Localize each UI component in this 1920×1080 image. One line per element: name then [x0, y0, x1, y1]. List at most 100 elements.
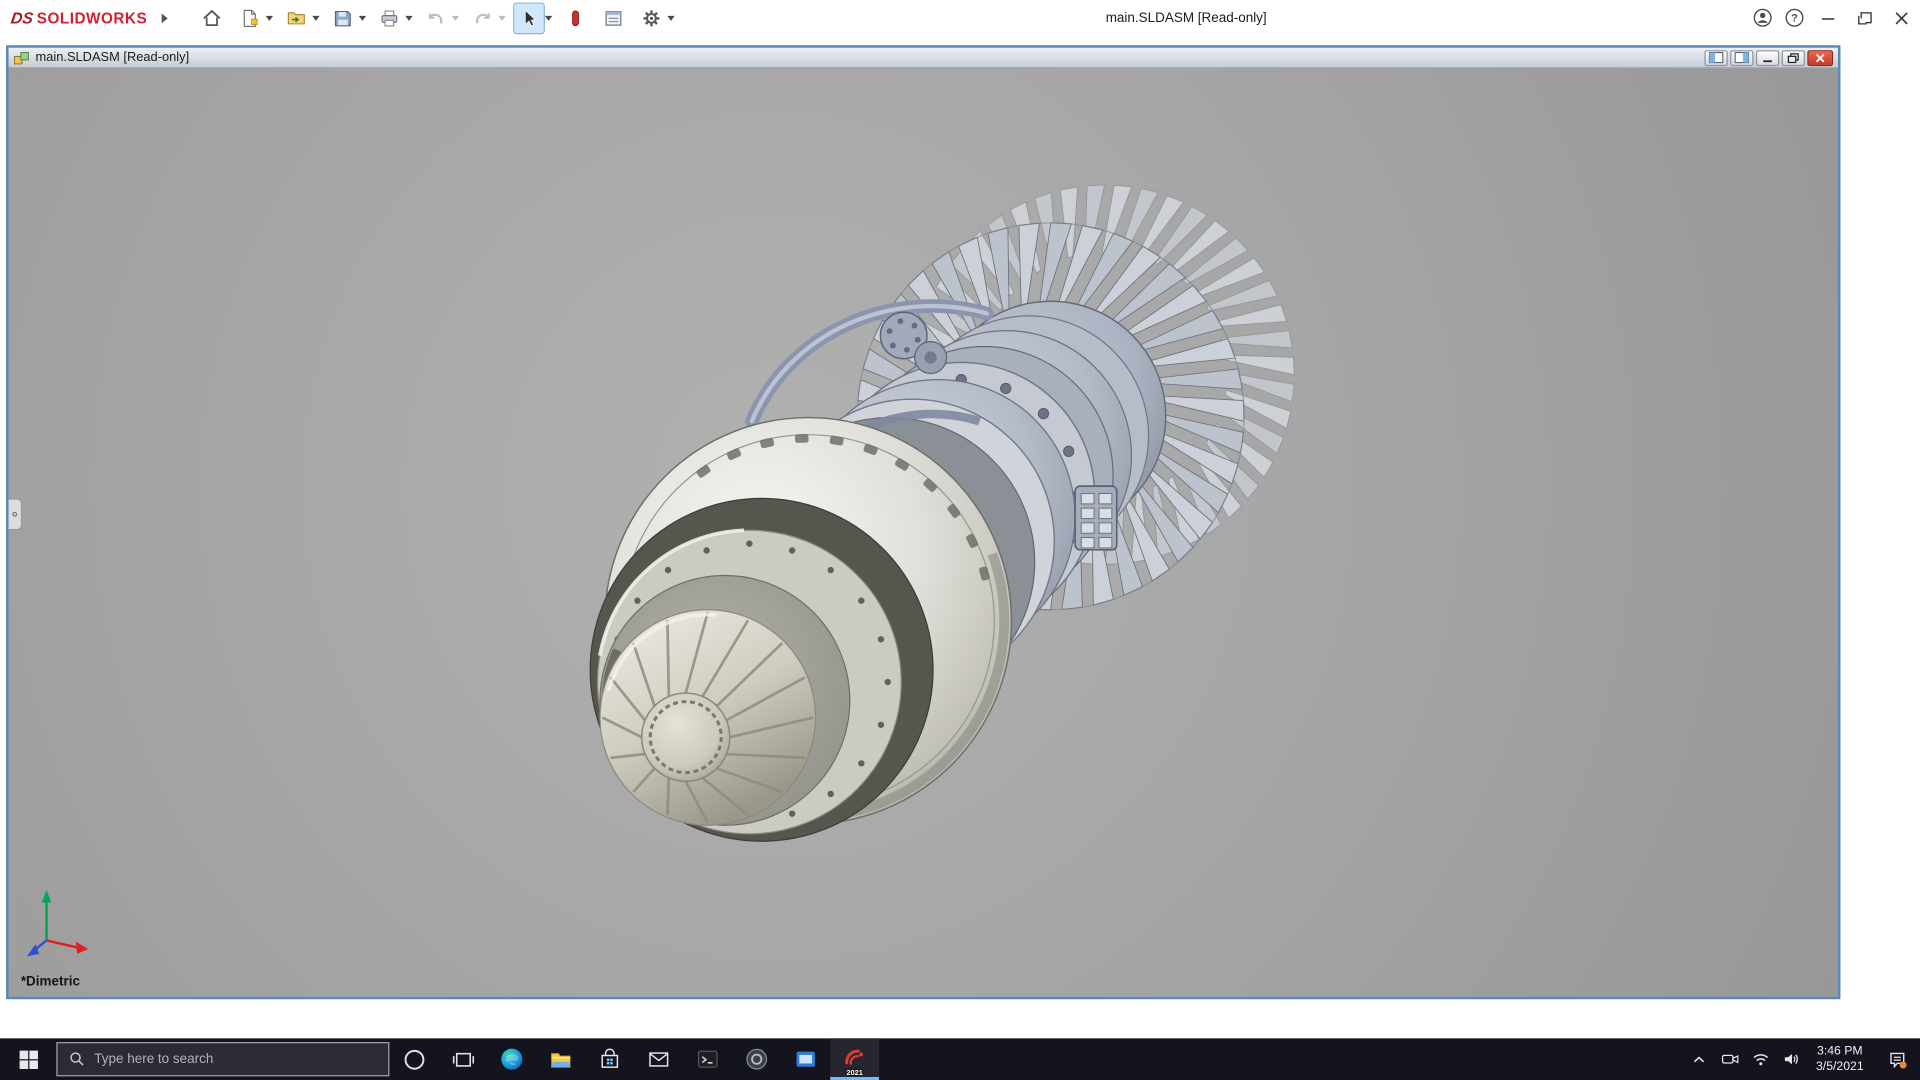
task-pane-icon — [603, 7, 625, 29]
gear-icon — [641, 7, 663, 29]
graphics-viewport[interactable]: *Dimetric — [9, 69, 1838, 997]
file-explorer-icon — [549, 1047, 573, 1071]
edge-browser-icon — [500, 1047, 524, 1071]
home-button[interactable] — [197, 3, 226, 32]
pane-toggle-right-button[interactable] — [1730, 50, 1753, 66]
restore-icon — [1787, 52, 1800, 63]
wifi-icon — [1750, 1049, 1770, 1069]
home-icon — [201, 7, 223, 29]
engine-3d-model[interactable] — [9, 69, 1838, 997]
system-tray: 3:46 PM 3/5/2021 — [1684, 1038, 1920, 1080]
taskbar-round-app-button[interactable] — [732, 1038, 781, 1080]
open-folder-icon — [286, 7, 308, 29]
brand-name: SOLIDWORKS — [37, 10, 147, 27]
solidworks-logo: DS SOLIDWORKS — [0, 9, 152, 27]
doc-close-button[interactable] — [1807, 50, 1833, 66]
terminal-icon — [696, 1047, 720, 1071]
meet-now-button[interactable] — [1714, 1038, 1745, 1080]
speaker-icon — [1781, 1049, 1801, 1069]
clock-date: 3/5/2021 — [1816, 1059, 1864, 1075]
microsoft-store-icon — [598, 1047, 622, 1071]
print-button[interactable] — [375, 3, 404, 32]
select-tool-button[interactable] — [514, 3, 543, 32]
search-icon — [69, 1051, 86, 1068]
document-title: main.SLDASM [Read-only] — [36, 50, 190, 65]
solidworks-year-label: 2021 — [830, 1070, 879, 1077]
chevron-down-icon[interactable] — [499, 15, 506, 20]
open-button[interactable] — [282, 3, 311, 32]
help-button[interactable]: ? — [1778, 0, 1810, 36]
app-titlebar: DS SOLIDWORKS — [0, 0, 1920, 36]
user-account-icon — [1752, 7, 1773, 28]
app-close-button[interactable] — [1883, 0, 1920, 36]
taskbar: 2021 3:46 PM 3/5/2021 — [0, 1038, 1920, 1080]
document-titlebar[interactable]: main.SLDASM [Read-only] — [9, 48, 1838, 69]
taskbar-clock[interactable]: 3:46 PM 3/5/2021 — [1806, 1043, 1873, 1075]
start-button[interactable] — [0, 1038, 56, 1080]
chevron-down-icon[interactable] — [452, 15, 459, 20]
new-document-button[interactable] — [235, 3, 264, 32]
notification-badge — [1899, 1061, 1906, 1068]
taskbar-store-button[interactable] — [585, 1038, 634, 1080]
cortana-button[interactable] — [389, 1038, 438, 1080]
taskbar-mail-button[interactable] — [634, 1038, 683, 1080]
chevron-down-icon[interactable] — [312, 15, 319, 20]
solidworks-app-icon — [841, 1046, 868, 1073]
titlebar-right-controls: ? — [1746, 0, 1920, 36]
3dexperience-button[interactable] — [561, 3, 590, 32]
account-button[interactable] — [1746, 0, 1778, 36]
taskbar-edge-button[interactable] — [487, 1038, 536, 1080]
cortana-icon — [402, 1048, 425, 1071]
doc-minimize-button[interactable] — [1756, 50, 1779, 66]
round-app-icon — [744, 1047, 768, 1071]
chevron-down-icon[interactable] — [266, 15, 273, 20]
notification-icon — [1886, 1049, 1907, 1070]
taskbar-search[interactable] — [56, 1042, 389, 1076]
taskbar-solidworks-button[interactable]: 2021 — [830, 1038, 879, 1080]
redo-icon — [472, 7, 494, 29]
video-camera-icon — [1720, 1049, 1740, 1069]
new-document-icon — [239, 7, 261, 29]
undo-icon — [425, 7, 447, 29]
chevron-down-icon[interactable] — [545, 15, 552, 20]
tray-expand-button[interactable] — [1684, 1038, 1715, 1080]
task-view-icon — [451, 1048, 474, 1071]
assembly-icon — [12, 48, 30, 66]
menu-flyout-arrow-icon[interactable] — [162, 13, 168, 23]
undo-button[interactable] — [421, 3, 450, 32]
cursor-arrow-icon — [518, 7, 540, 29]
view-orientation-label: *Dimetric — [21, 975, 80, 990]
app-maximize-button[interactable] — [1847, 0, 1884, 36]
search-input[interactable] — [94, 1052, 377, 1067]
pane-toggle-left-button[interactable] — [1704, 50, 1727, 66]
mail-icon — [647, 1047, 671, 1071]
3dexperience-icon — [565, 7, 587, 29]
chevron-down-icon[interactable] — [406, 15, 413, 20]
panel-tab-dot-icon — [12, 512, 17, 517]
taskbar-terminal-button[interactable] — [683, 1038, 732, 1080]
chevron-up-icon — [1690, 1050, 1708, 1068]
close-icon — [1813, 52, 1826, 63]
redo-button[interactable] — [468, 3, 497, 32]
chevron-down-icon[interactable] — [359, 15, 366, 20]
help-icon: ? — [1783, 7, 1804, 28]
task-view-button[interactable] — [438, 1038, 487, 1080]
volume-button[interactable] — [1776, 1038, 1807, 1080]
split-pane-left-icon — [1708, 51, 1724, 63]
svg-text:?: ? — [1791, 13, 1798, 25]
doc-restore-button[interactable] — [1782, 50, 1805, 66]
chevron-down-icon[interactable] — [668, 15, 675, 20]
collapsed-panel-tab[interactable] — [9, 498, 22, 530]
task-pane-button[interactable] — [599, 3, 628, 32]
app-minimize-button[interactable] — [1810, 0, 1847, 36]
quick-access-toolbar — [197, 3, 683, 32]
save-button[interactable] — [328, 3, 357, 32]
taskbar-explorer-button[interactable] — [536, 1038, 585, 1080]
taskbar-blue-app-button[interactable] — [781, 1038, 830, 1080]
save-icon — [332, 7, 354, 29]
network-button[interactable] — [1745, 1038, 1776, 1080]
minimize-icon — [1761, 52, 1774, 63]
maximize-icon — [1855, 8, 1875, 28]
options-button[interactable] — [637, 3, 666, 32]
action-center-button[interactable] — [1873, 1038, 1920, 1080]
